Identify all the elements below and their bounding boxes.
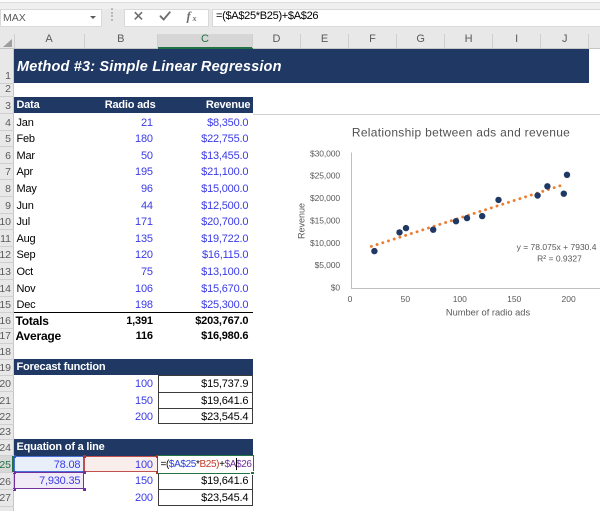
svg-text:0: 0: [348, 294, 353, 304]
svg-text:200: 200: [562, 294, 576, 304]
svg-text:Revenue: Revenue: [297, 203, 307, 239]
svg-text:x: x: [191, 14, 196, 23]
svg-text:$5,000: $5,000: [315, 260, 341, 270]
svg-text:$0: $0: [331, 283, 341, 293]
svg-text:$10,000: $10,000: [310, 238, 340, 248]
svg-text:150: 150: [507, 294, 521, 304]
svg-text:$25,000: $25,000: [310, 171, 340, 181]
svg-text:Number of radio ads: Number of radio ads: [446, 308, 531, 318]
svg-text:$20,000: $20,000: [310, 193, 340, 203]
svg-text:50: 50: [401, 294, 411, 304]
svg-text:R² = 0.9327: R² = 0.9327: [537, 254, 582, 264]
svg-text:Relationship between ads and r: Relationship between ads and revenue: [352, 126, 570, 140]
svg-text:$15,000: $15,000: [310, 215, 340, 225]
svg-text:100: 100: [453, 294, 467, 304]
svg-text:$30,000: $30,000: [310, 148, 340, 158]
svg-text:y = 78.075x + 7930.4: y = 78.075x + 7930.4: [517, 242, 597, 252]
